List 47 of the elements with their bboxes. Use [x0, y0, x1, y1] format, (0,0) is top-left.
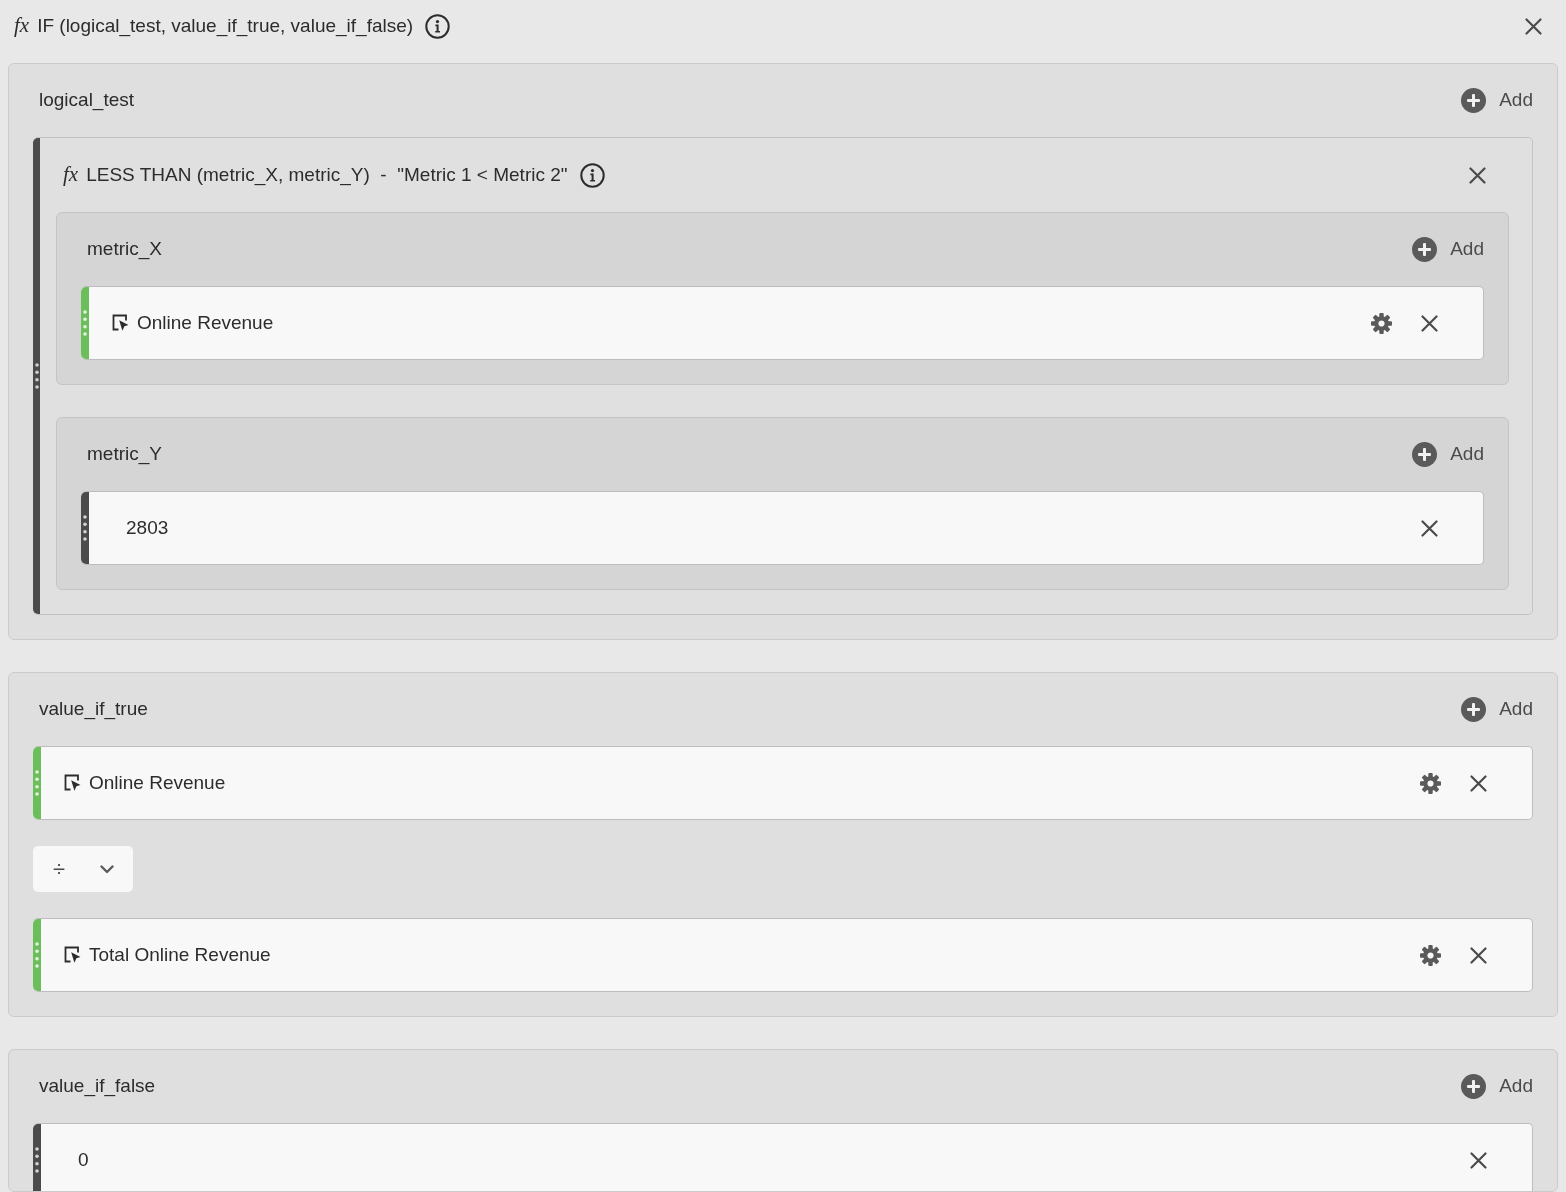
info-icon[interactable] [579, 162, 605, 188]
drag-handle-icon[interactable] [35, 942, 39, 968]
close-icon[interactable] [1421, 314, 1438, 332]
info-icon[interactable] [425, 13, 451, 39]
drag-handle-icon[interactable] [83, 515, 87, 541]
drag-handle-icon[interactable] [34, 363, 39, 389]
add-button[interactable]: Add [1461, 1072, 1533, 1101]
argument-label: metric_X [87, 237, 162, 262]
metric-name: Online Revenue [137, 310, 274, 335]
metric-name: Online Revenue [89, 770, 226, 795]
metric-name: Total Online Revenue [89, 942, 271, 967]
close-icon[interactable] [1470, 946, 1487, 964]
close-icon[interactable] [1470, 774, 1487, 792]
close-icon[interactable] [1469, 166, 1486, 184]
plus-circle-icon [1461, 1074, 1487, 1099]
function-title: LESS THAN (metric_X, metric_Y) - "Metric 1 < Metric 2" [86, 162, 568, 188]
close-icon[interactable] [1470, 1151, 1487, 1169]
number-value: 2803 [126, 515, 169, 540]
plus-circle-icon [1412, 442, 1438, 467]
argument-label: value_if_false [39, 1074, 156, 1099]
formula-title: IF (logical_test, value_if_true, value_if_false) [37, 13, 414, 39]
close-icon[interactable] [1525, 17, 1542, 35]
cursor-select-icon [64, 774, 82, 792]
argument-label: logical_test [39, 88, 135, 113]
add-button[interactable]: Add [1412, 440, 1484, 469]
drag-handle-icon[interactable] [35, 770, 39, 796]
plus-circle-icon [1461, 697, 1487, 722]
function-symbol: fx [63, 161, 79, 189]
settings-icon[interactable] [1420, 772, 1441, 794]
plus-circle-icon [1412, 237, 1438, 262]
cursor-select-icon [112, 314, 130, 332]
cursor-select-icon [64, 946, 82, 964]
argument-label: value_if_true [39, 697, 148, 722]
function-symbol: fx [14, 12, 30, 40]
add-button[interactable]: Add [1412, 235, 1484, 264]
add-button[interactable]: Add [1461, 695, 1533, 724]
settings-icon[interactable] [1371, 312, 1392, 334]
settings-icon[interactable] [1420, 944, 1441, 966]
argument-label: metric_Y [87, 442, 162, 467]
operator-dropdown[interactable]: ÷ [33, 846, 133, 892]
plus-circle-icon [1461, 88, 1487, 113]
close-icon[interactable] [1421, 519, 1438, 537]
add-button[interactable]: Add [1461, 86, 1533, 115]
number-value: 0 [78, 1147, 89, 1172]
chevron-down-icon [100, 864, 114, 874]
drag-handle-icon[interactable] [35, 1147, 39, 1173]
drag-handle-icon[interactable] [83, 310, 87, 336]
